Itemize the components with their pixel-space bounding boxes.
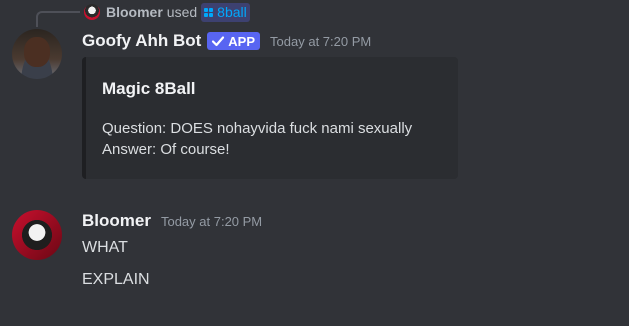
user-avatar[interactable]	[12, 210, 62, 260]
command-used-line[interactable]: Bloomer used 8ball	[84, 2, 250, 22]
checkmark-icon	[212, 36, 225, 47]
slash-command-icon	[204, 7, 214, 17]
reply-connector-line	[36, 11, 80, 27]
user-message-header: Bloomer Today at 7:20 PM	[82, 211, 262, 231]
magic-8ball-embed: Magic 8Ball Question: DOES nohayvida fuc…	[82, 57, 458, 179]
bot-username[interactable]: Goofy Ahh Bot	[82, 31, 201, 51]
bot-message-timestamp[interactable]: Today at 7:20 PM	[270, 34, 371, 49]
bot-message-header: Goofy Ahh Bot APP Today at 7:20 PM	[82, 31, 371, 51]
user-username[interactable]: Bloomer	[82, 211, 151, 231]
command-user-name[interactable]: Bloomer	[106, 4, 163, 20]
command-user-avatar[interactable]	[84, 4, 100, 20]
bot-avatar[interactable]	[12, 29, 62, 79]
embed-question: Question: DOES nohayvida fuck nami sexua…	[102, 120, 413, 137]
embed-answer: Answer: Of course!	[102, 141, 230, 158]
embed-title: Magic 8Ball	[102, 79, 196, 98]
app-badge: APP	[207, 32, 261, 50]
app-badge-label: APP	[228, 33, 256, 49]
message-line: WHAT	[82, 239, 128, 256]
bot-avatar-face	[24, 37, 50, 67]
chat-view: Bloomer used 8ball Goofy Ahh Bot APP Tod…	[0, 0, 629, 326]
embed-description: Question: DOES nohayvida fuck nami sexua…	[102, 118, 412, 160]
command-mention[interactable]: 8ball	[201, 2, 250, 22]
message-line: EXPLAIN	[82, 271, 150, 288]
command-name[interactable]: 8ball	[217, 4, 247, 20]
command-used-text: used	[166, 4, 198, 20]
user-message-timestamp[interactable]: Today at 7:20 PM	[161, 214, 262, 229]
